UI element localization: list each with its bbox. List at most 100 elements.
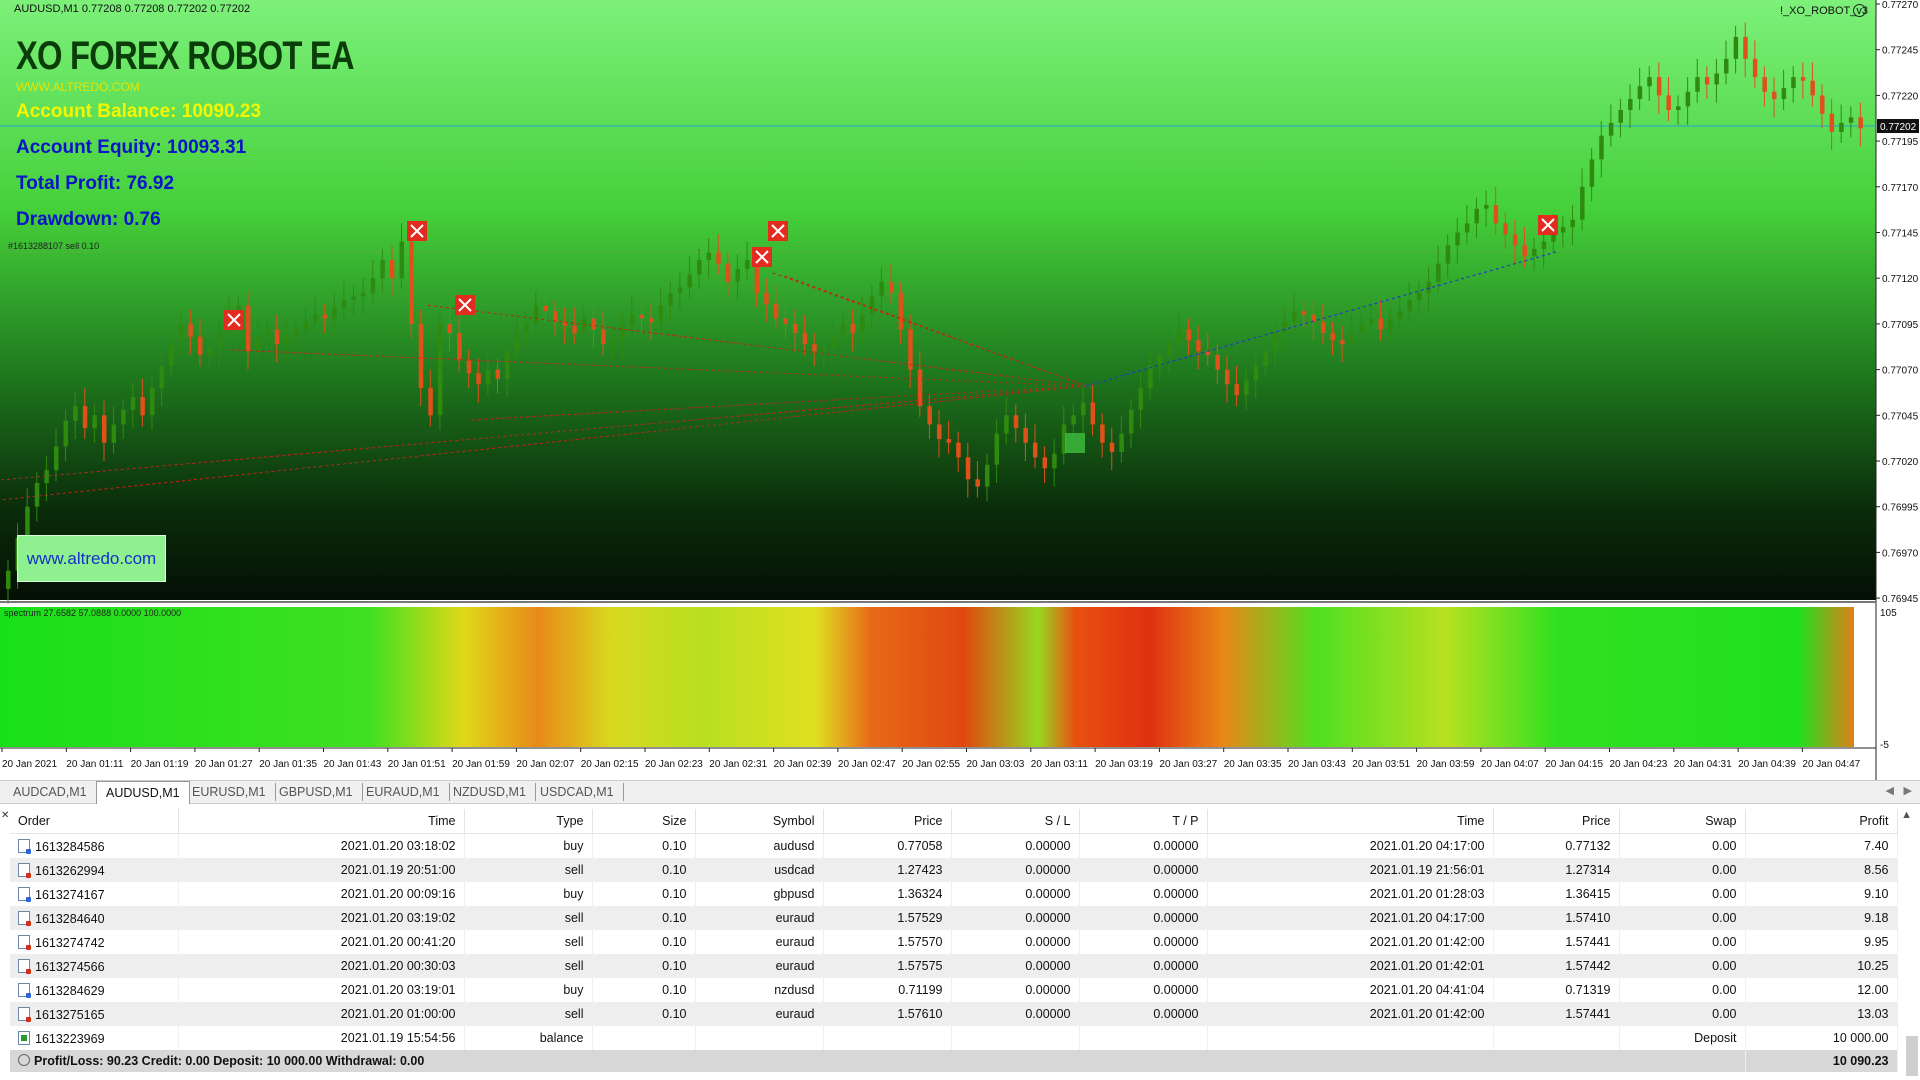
cell-text: 0.00000 [1025,959,1071,973]
scrollbar[interactable] [1906,1036,1918,1076]
table-row[interactable]: 1613275165 2021.01.20 01:00:00 sell 0.10 eur… [10,1002,1898,1026]
tab-eurusd[interactable]: EURUSD,M1 [183,783,276,801]
col-order[interactable]: Order [10,809,179,834]
table-cell: 1.27423 [823,858,952,882]
chart-tabs: AUDCAD,M1 AUDUSD,M1 EURUSD,M1 GBPUSD,M1 … [0,780,1920,804]
time-label: 20 Jan 03:03 [967,759,1025,770]
table-row[interactable]: 1613274566 2021.01.20 00:30:03 sell 0.10 eur… [10,954,1898,978]
candle-body [821,347,827,352]
table-cell: euraud [695,954,824,978]
col-symbol[interactable]: Symbol [695,809,824,834]
table-cell: 0.00 [1619,906,1746,930]
table-cell: sell [464,930,593,954]
tab-gbpusd[interactable]: GBPUSD,M1 [270,783,363,801]
candle-body [610,340,616,345]
time-label: 20 Jan 01:27 [195,759,253,770]
cell-text: euraud [775,1007,815,1021]
table-row[interactable]: 1613274742 2021.01.20 00:41:20 sell 0.10 eur… [10,930,1898,954]
cell-text: sell [564,959,584,973]
candle-body [1359,323,1364,334]
table-row[interactable]: 1613284586 2021.01.20 03:18:02 buy 0.10 audu… [10,833,1898,858]
time-label: 20 Jan 03:27 [1159,759,1217,770]
spectrum-panel [0,607,1854,747]
sell-order-icon [18,958,31,974]
time-label: 20 Jan 04:31 [1674,759,1732,770]
cell-text: 0.10 [662,839,687,853]
close-marker [752,247,772,267]
candle-body [802,333,808,345]
cell-text: sell [564,1007,584,1021]
table-cell: 2021.01.20 01:28:03 [1207,882,1494,906]
candle-body [1685,91,1691,107]
table-row[interactable]: 1613284629 2021.01.20 03:19:01 buy 0.10 nzdu… [10,978,1898,1002]
table-row[interactable]: 1613262994 2021.01.19 20:51:00 sell 0.10 usd… [10,858,1898,882]
account-balance: Account Balance: 10090.23 [16,101,262,122]
table-row[interactable]: 1613284640 2021.01.20 03:19:02 sell 0.10 eur… [10,906,1898,930]
candle-body [1071,415,1076,425]
candle-body [639,314,644,319]
cell-text: 2021.01.20 01:42:00 [1369,935,1485,949]
col-size[interactable]: Size [592,809,696,834]
table-cell: 9.95 [1745,930,1898,954]
table-cell: 2021.01.20 01:00:00 [178,1002,465,1026]
candle-body [1407,300,1412,312]
candle-body [927,406,932,425]
sell-order-icon [18,910,31,926]
col-close-price[interactable]: Price [1493,809,1620,834]
table-cell [695,1026,824,1050]
scroll-up-icon[interactable]: ▲ [1901,809,1912,821]
table-cell: 0.77132 [1493,833,1620,858]
tab-nzdusd[interactable]: NZDUSD,M1 [444,783,536,801]
price-chart[interactable]: 0.77270 0.77245 0.77220 0.77195 0.77170 0.771… [0,0,1920,790]
cell-text: 9.10 [1864,887,1889,901]
tab-euraud[interactable]: EURAUD,M1 [357,783,450,801]
candle-body [591,318,596,330]
candle-body [1023,428,1028,443]
table-cell: 7.40 [1745,833,1898,858]
candle-body [1599,135,1604,160]
col-sl[interactable]: S / L [951,809,1080,834]
candle-body [341,300,347,308]
account-equity: Account Equity: 10093.31 [16,137,247,158]
col-tp[interactable]: T / P [1079,809,1208,834]
candle-body [418,323,424,388]
table-cell: 1.57441 [1493,1002,1620,1026]
candle-body [1618,110,1623,123]
candle-body [1253,365,1259,381]
close-icon[interactable]: ✕ [1,810,9,821]
balance-row[interactable]: 1613223969 2021.01.19 15:54:56 balance Depo… [10,1026,1898,1050]
tab-scroll-left-icon[interactable]: ◀ [1886,784,1894,797]
table-cell: 10.25 [1745,954,1898,978]
table-cell: euraud [695,930,824,954]
table-cell: 1.27314 [1493,858,1620,882]
cell-text: 0.00 [1712,959,1737,973]
col-swap[interactable]: Swap [1619,809,1746,834]
candle-body [1656,77,1662,96]
cell-text: 1613262994 [35,863,105,878]
chart-canvas[interactable]: 0.77270 0.77245 0.77220 0.77195 0.77170 0.771… [0,0,1920,780]
col-open-price[interactable]: Price [823,809,952,834]
cell-text: 2021.01.20 04:17:00 [1369,839,1485,853]
cell-text: 0.00000 [1153,983,1199,997]
table-cell: 0.00000 [951,858,1080,882]
col-profit[interactable]: Profit [1745,809,1898,834]
candle-body [1205,351,1211,355]
col-close-time[interactable]: Time [1207,809,1494,834]
table-cell: euraud [695,906,824,930]
tab-audusd[interactable]: AUDUSD,M1 [96,781,190,804]
table-cell: 9.18 [1745,906,1898,930]
table-row[interactable]: 1613274167 2021.01.20 00:09:16 buy 0.10 gbpu… [10,882,1898,906]
time-label: 20 Jan 2021 [2,759,57,770]
website-button[interactable]: www.altredo.com [17,535,166,582]
col-type[interactable]: Type [464,809,593,834]
table-cell: 1.57570 [823,930,952,954]
tab-usdcad[interactable]: USDCAD,M1 [531,783,624,801]
col-open-time[interactable]: Time [178,809,465,834]
tab-scroll-right-icon[interactable]: ▶ [1904,784,1912,797]
candle-body [1493,205,1499,224]
table-cell [823,1026,952,1050]
table-cell: 0.00 [1619,1002,1746,1026]
candle-body [1800,77,1806,81]
tab-audcad[interactable]: AUDCAD,M1 [4,783,97,801]
summary-icon [18,1054,30,1066]
